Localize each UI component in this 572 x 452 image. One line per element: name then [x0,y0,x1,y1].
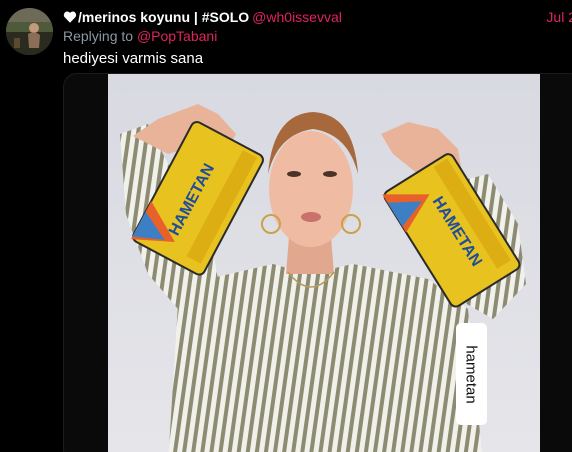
caption-sticker: hametan [456,323,487,425]
tweet[interactable]: /merinos koyunu | #SOLO @wh0issevval Jul … [0,0,572,452]
tweet-date[interactable]: Jul 2 [546,8,572,26]
media-frame[interactable]: HAMETAN HAMETAN hametan [63,73,572,452]
avatar[interactable] [6,8,53,55]
tweet-photo[interactable]: HAMETAN HAMETAN hametan [108,74,540,452]
heart-icon [63,11,77,23]
tweet-text: hediyesi varmis sana [63,50,204,67]
caption-text: hametan [463,344,480,404]
display-name[interactable]: /merinos koyunu | #SOLO [78,9,249,25]
reply-mention-link[interactable]: @PopTabani [137,28,217,44]
user-handle[interactable]: @wh0issevval [252,9,342,25]
replying-to: Replying to @PopTabani [63,27,217,45]
tweet-header: /merinos koyunu | #SOLO @wh0issevval [63,8,342,26]
replying-prefix: Replying to [63,28,134,44]
